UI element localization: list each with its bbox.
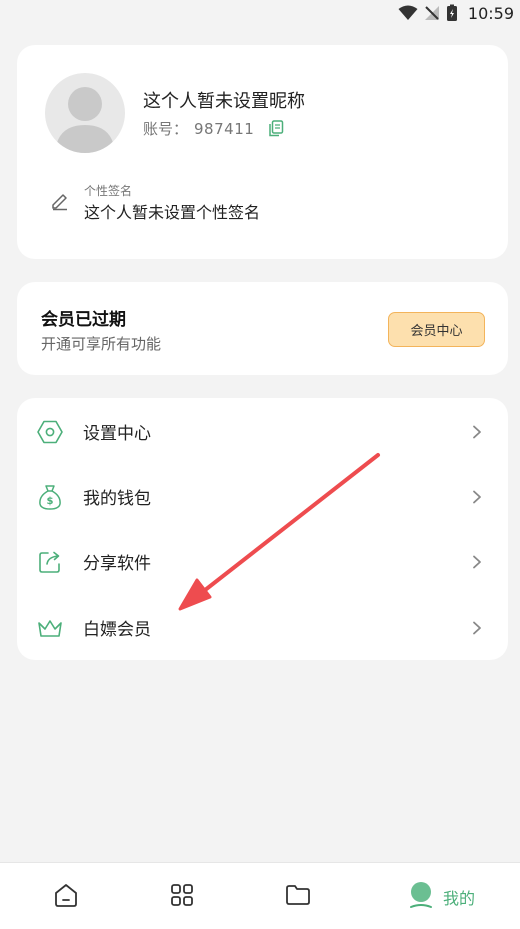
- avatar[interactable]: [45, 73, 125, 153]
- signature-caption: 个性签名: [84, 184, 133, 198]
- settings-hexagon-icon: [37, 419, 63, 445]
- chevron-right-icon: [472, 555, 484, 569]
- wifi-icon: [398, 5, 418, 21]
- svg-text:$: $: [47, 496, 54, 507]
- status-bar: 10:59: [0, 0, 520, 26]
- edit-pencil-icon[interactable]: [50, 191, 70, 215]
- default-avatar-icon: [55, 87, 115, 153]
- no-signal-icon: [424, 5, 440, 21]
- chevron-right-icon: [472, 490, 484, 504]
- account-label: 账号：: [143, 120, 189, 138]
- menu-item-settings[interactable]: 设置中心: [17, 399, 508, 464]
- money-bag-icon: $: [37, 484, 63, 510]
- bottom-nav: 我的: [0, 862, 520, 929]
- menu-item-label: 我的钱包: [83, 489, 151, 509]
- menu-item-label: 白嫖会员: [83, 620, 151, 640]
- menu-item-label: 分享软件: [83, 554, 151, 574]
- share-icon: [37, 549, 63, 575]
- menu-item-wallet[interactable]: $ 我的钱包: [17, 464, 508, 529]
- account-number: 987411: [194, 119, 255, 138]
- menu-card: 设置中心 $ 我的钱包 分享软件 白嫖会员: [17, 398, 508, 660]
- chevron-right-icon: [472, 425, 484, 439]
- user-icon: [409, 881, 433, 913]
- vip-status-title: 会员已过期: [41, 310, 126, 330]
- nav-mine-label: 我的: [442, 888, 475, 908]
- menu-item-free-vip[interactable]: 白嫖会员: [17, 595, 508, 660]
- menu-item-label: 设置中心: [83, 424, 151, 444]
- chevron-right-icon: [472, 621, 484, 635]
- folder-icon: [285, 883, 311, 911]
- nav-files[interactable]: [260, 863, 336, 929]
- nav-apps[interactable]: [144, 863, 220, 929]
- copy-icon[interactable]: [268, 120, 284, 137]
- menu-item-share[interactable]: 分享软件: [17, 529, 508, 594]
- signature-text[interactable]: 这个人暂未设置个性签名: [84, 199, 260, 223]
- apps-grid-icon: [170, 883, 194, 911]
- status-time: 10:59: [467, 3, 514, 23]
- account-row: 账号： 987411: [143, 118, 284, 139]
- battery-icon: [446, 4, 458, 22]
- vip-center-button[interactable]: 会员中心: [388, 312, 485, 347]
- vip-card: 会员已过期 开通可享所有功能 会员中心: [17, 282, 508, 375]
- home-icon: [53, 882, 79, 912]
- profile-card[interactable]: 这个人暂未设置昵称 账号： 987411 个性签名 这个人暂未设置个性签名: [17, 45, 508, 259]
- vip-status-subtitle: 开通可享所有功能: [41, 335, 162, 353]
- nav-home[interactable]: [28, 863, 104, 929]
- crown-icon: [37, 615, 63, 641]
- nav-mine[interactable]: 我的: [392, 863, 492, 929]
- nickname[interactable]: 这个人暂未设置昵称: [143, 87, 305, 113]
